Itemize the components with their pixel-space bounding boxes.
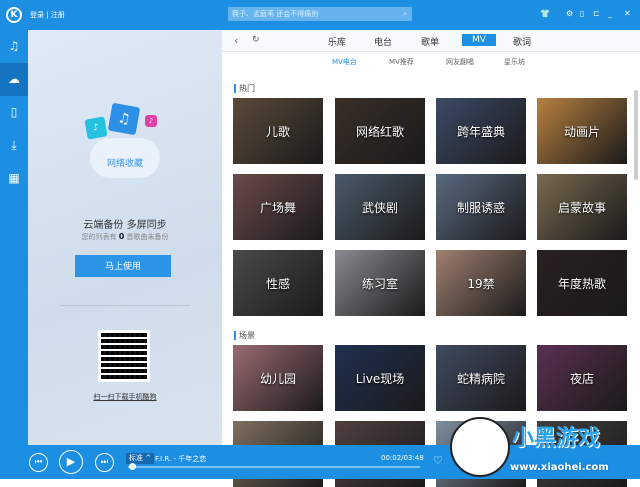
search-icon[interactable]: ⌕ [403, 7, 407, 21]
status-post: 首歌曲未备份 [126, 233, 169, 241]
next-button[interactable]: ⏭ [95, 453, 114, 472]
progress-bar[interactable] [128, 466, 420, 468]
song-title: F.I.R. - 千年之恋 [155, 455, 207, 463]
mv-tile[interactable]: 跨年盛典 [436, 98, 526, 164]
status-pre: 您的列表有 [81, 233, 117, 241]
music-note-icon: ♪ [84, 116, 108, 140]
play-time: 00:02/03:48 [381, 454, 424, 462]
cloud-icon[interactable]: ☁ [0, 63, 28, 96]
mv-tile[interactable]: 儿歌 [233, 98, 323, 164]
qr-code [98, 330, 150, 382]
music-icon[interactable]: ♫ [0, 30, 28, 63]
mobile-icon[interactable]: ▯ [580, 9, 584, 18]
kugou-logo: K [6, 7, 22, 23]
cloud-label: 网络收藏 [90, 138, 160, 178]
nav-bar: ‹ ↻ 乐库 电台 歌单 MV 歌词 [222, 30, 640, 52]
favorite-icon[interactable]: ♡ [433, 454, 443, 467]
subtab-star[interactable]: 星乐坊 [504, 57, 525, 67]
mv-tile[interactable]: 夜店 [537, 345, 627, 411]
divider [60, 305, 190, 306]
mv-tile[interactable]: 网络红歌 [335, 98, 425, 164]
minimize-icon[interactable]: _ [608, 9, 612, 18]
close-icon[interactable]: ✕ [624, 9, 631, 18]
login-link[interactable]: 登录 | 注册 [30, 10, 65, 20]
mv-tile[interactable]: 动画片 [537, 98, 627, 164]
backup-status: 您的列表有 0 首歌曲未备份 [28, 232, 222, 242]
progress-handle[interactable] [128, 463, 136, 470]
music-note-icon: ♪ [145, 115, 157, 127]
back-icon[interactable]: ‹ [234, 34, 238, 47]
watermark-brand: 小黑游戏 [512, 426, 601, 451]
mv-tile[interactable]: 性感 [233, 250, 323, 316]
mv-tile[interactable]: 练习室 [335, 250, 425, 316]
play-button[interactable]: ▶ [59, 450, 83, 474]
subtab-covers[interactable]: 网友翻唱 [446, 57, 474, 67]
scrollbar[interactable] [634, 90, 638, 180]
mv-tile[interactable]: 启蒙故事 [537, 174, 627, 240]
watermark-url: www.xiaohei.com [510, 462, 609, 473]
headline: 云端备份 多屏同步 [83, 220, 167, 231]
watermark: 小黑游戏 www.xiaohei.com [450, 412, 640, 479]
subtab-mv-recommend[interactable]: MV推荐 [389, 57, 414, 67]
section-title-scene: 场景 [234, 331, 255, 340]
status-count: 0 [118, 232, 125, 241]
side-rail: ♫ ☁ ▯ ⤓ ▦ [0, 30, 28, 445]
mv-tile[interactable]: 年度热歌 [537, 250, 627, 316]
tab-library[interactable]: 乐库 [322, 34, 352, 49]
mini-mode-icon[interactable]: ⊏ [593, 9, 600, 18]
skin-icon[interactable]: 👕 [540, 9, 550, 18]
title-bar: K 登录 | 注册 筷子、孟庭苇 还会不得痛别 ⌕ 👕 ⚙ ▯ ⊏ _ ✕ [0, 0, 640, 30]
mv-tile[interactable]: 蛇精病院 [436, 345, 526, 411]
tab-playlist[interactable]: 歌单 [415, 34, 445, 49]
use-now-button[interactable]: 马上使用 [75, 255, 171, 277]
mv-tile[interactable]: 制服诱惑 [436, 174, 526, 240]
tab-mv[interactable]: MV [462, 34, 496, 46]
apps-icon[interactable]: ▦ [0, 162, 28, 195]
tab-lyrics[interactable]: 歌词 [507, 34, 537, 49]
search-input[interactable]: 筷子、孟庭苇 还会不得痛别 ⌕ [228, 7, 412, 21]
section-title-hot: 热门 [234, 84, 255, 93]
qr-download-link[interactable]: 扫一扫下载手机酷狗 [28, 392, 222, 402]
music-note-icon: ♫ [107, 102, 141, 136]
settings-icon[interactable]: ⚙ [566, 9, 573, 18]
mv-tile[interactable]: 武侠剧 [335, 174, 425, 240]
refresh-icon[interactable]: ↻ [252, 35, 260, 45]
previous-button[interactable]: ⏮ [29, 453, 48, 472]
device-icon[interactable]: ▯ [0, 96, 28, 129]
mv-tile[interactable]: 幼儿园 [233, 345, 323, 411]
mv-tile[interactable]: 19禁 [436, 250, 526, 316]
mv-tile[interactable]: 广场舞 [233, 174, 323, 240]
cloud-panel: ♪ ♫ ♪ 网络收藏 云端备份 多屏同步 您的列表有 0 首歌曲未备份 马上使用… [28, 30, 222, 445]
download-icon[interactable]: ⤓ [0, 129, 28, 162]
panda-mascot [450, 417, 510, 477]
subtab-mv-radio[interactable]: MV电台 [332, 57, 357, 67]
search-placeholder: 筷子、孟庭苇 还会不得痛别 [232, 10, 319, 18]
mv-content: ‹ ↻ 乐库 电台 歌单 MV 歌词 MV电台 MV推荐 网友翻唱 星乐坊 热门… [222, 30, 640, 487]
tab-radio[interactable]: 电台 [368, 34, 398, 49]
mv-tile[interactable]: Live现场 [335, 345, 425, 411]
